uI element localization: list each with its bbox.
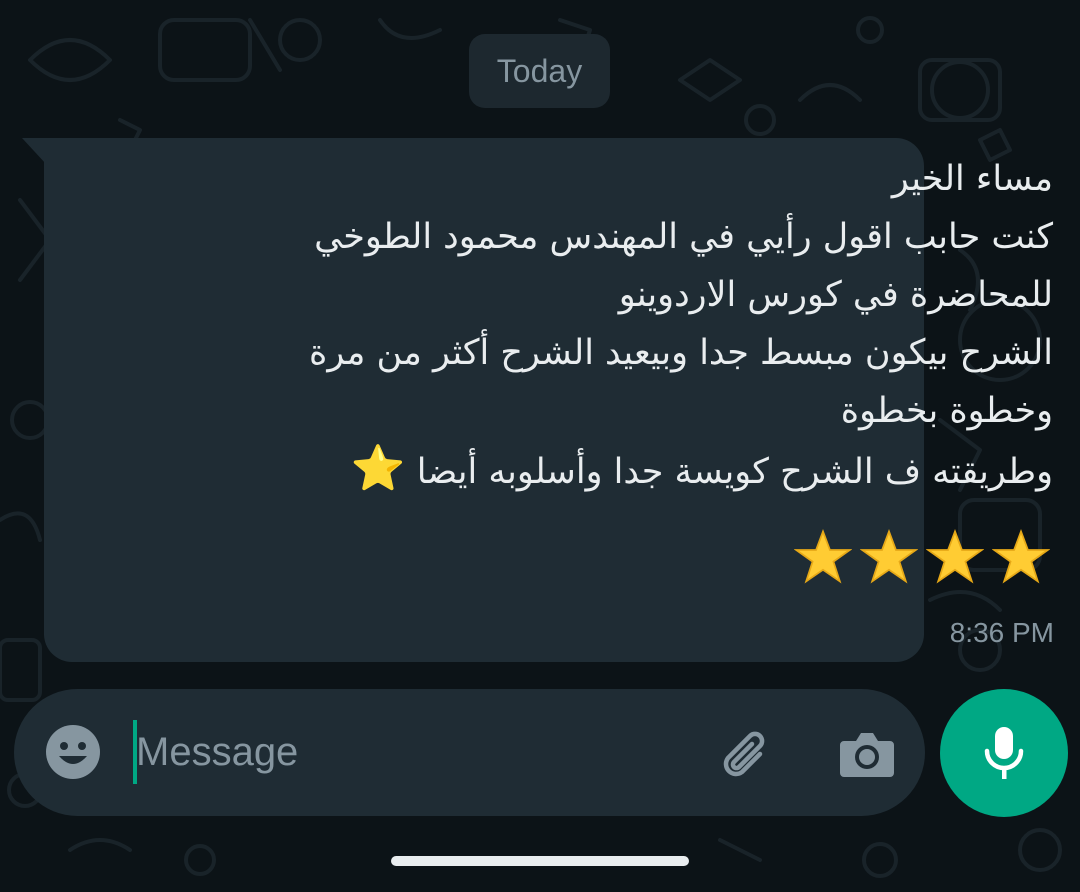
microphone-icon bbox=[984, 727, 1024, 779]
message-line: مساء الخير bbox=[891, 159, 1053, 199]
message-line: الشرح بيكون مبسط جدا وبيعيد الشرح أكثر م… bbox=[308, 333, 1053, 373]
emoji-icon[interactable] bbox=[44, 723, 102, 781]
paperclip-icon[interactable] bbox=[716, 724, 776, 784]
message-line: وطريقته ف الشرح كويسة جدا وأسلوبه أيضا bbox=[416, 452, 1053, 492]
message-input[interactable] bbox=[136, 720, 676, 784]
camera-icon[interactable] bbox=[838, 725, 896, 781]
message-line: وخطوة بخطوة bbox=[840, 391, 1053, 431]
star-emoji: ⭐ bbox=[350, 443, 406, 494]
message-line-with-star: وطريقته ف الشرح كويسة جدا وأسلوبه أيضا ⭐ bbox=[233, 440, 1053, 501]
star-icon bbox=[992, 529, 1050, 584]
message-bubble-tail bbox=[22, 138, 46, 164]
home-indicator[interactable] bbox=[391, 856, 689, 866]
date-chip: Today bbox=[469, 34, 610, 108]
message-timestamp: 8:36 PM bbox=[949, 617, 1054, 648]
star-icon bbox=[926, 529, 984, 584]
voice-message-button[interactable] bbox=[940, 689, 1068, 817]
message-text: مساء الخير كنت حابب اقول رأيي في المهندس… bbox=[233, 150, 1053, 501]
star-icon bbox=[794, 529, 852, 584]
message-line: للمحاضرة في كورس الاردوينو bbox=[618, 275, 1053, 315]
star-icon bbox=[860, 529, 918, 584]
rating-stars bbox=[794, 528, 1050, 586]
message-line: كنت حابب اقول رأيي في المهندس محمود الطو… bbox=[314, 217, 1053, 257]
